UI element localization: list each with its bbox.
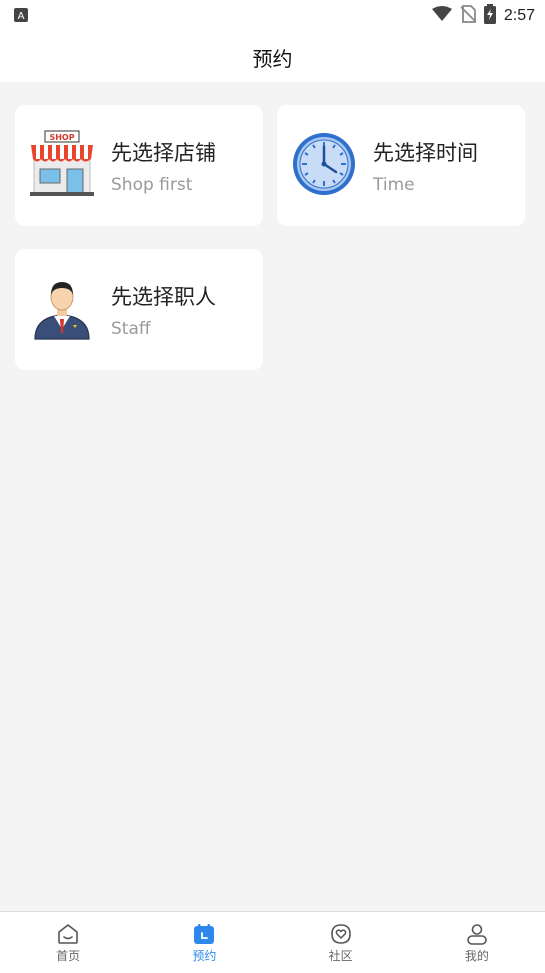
tab-community[interactable]: 社区 <box>273 912 409 973</box>
select-staff-title: 先选择职人 <box>111 285 216 309</box>
status-time: 2:57 <box>503 7 535 24</box>
tab-booking-label: 预约 <box>192 949 217 963</box>
calendar-icon <box>193 923 215 945</box>
tab-booking[interactable]: 预约 <box>136 912 272 973</box>
shop-icon: SHOP <box>29 129 95 199</box>
select-time-subtitle: Time <box>373 175 415 195</box>
tab-community-label: 社区 <box>328 949 353 963</box>
tab-home[interactable]: 首页 <box>0 912 136 973</box>
notification-a-icon: A <box>14 7 28 26</box>
tab-home-label: 首页 <box>56 949 81 963</box>
bottom-tab-bar: 首页 预约 社区 我的 <box>0 911 545 973</box>
page-title: 预约 <box>252 46 293 71</box>
select-shop-subtitle: Shop first <box>111 175 193 195</box>
battery-charging-icon <box>483 4 496 28</box>
no-sim-icon <box>460 5 477 27</box>
tab-profile[interactable]: 我的 <box>409 912 545 973</box>
tab-profile-label: 我的 <box>464 949 489 963</box>
select-time-card[interactable]: 先选择时间 Time <box>277 105 525 226</box>
select-staff-card[interactable]: 先选择职人 Staff <box>15 249 263 370</box>
wifi-icon <box>431 6 452 26</box>
select-shop-title: 先选择店铺 <box>111 141 216 165</box>
clock-icon <box>291 129 357 199</box>
profile-icon <box>466 923 488 945</box>
nav-bar: 预约 <box>0 32 545 82</box>
staff-icon <box>29 273 95 343</box>
select-time-title: 先选择时间 <box>373 141 478 165</box>
status-bar: A 2:57 <box>0 0 545 32</box>
home-icon <box>57 923 79 945</box>
svg-text:A: A <box>18 11 25 22</box>
svg-text:SHOP: SHOP <box>49 133 74 142</box>
community-heart-icon <box>330 923 352 945</box>
select-staff-subtitle: Staff <box>111 319 151 339</box>
select-shop-card[interactable]: SHOP 先选择店铺 Shop first <box>15 105 263 226</box>
